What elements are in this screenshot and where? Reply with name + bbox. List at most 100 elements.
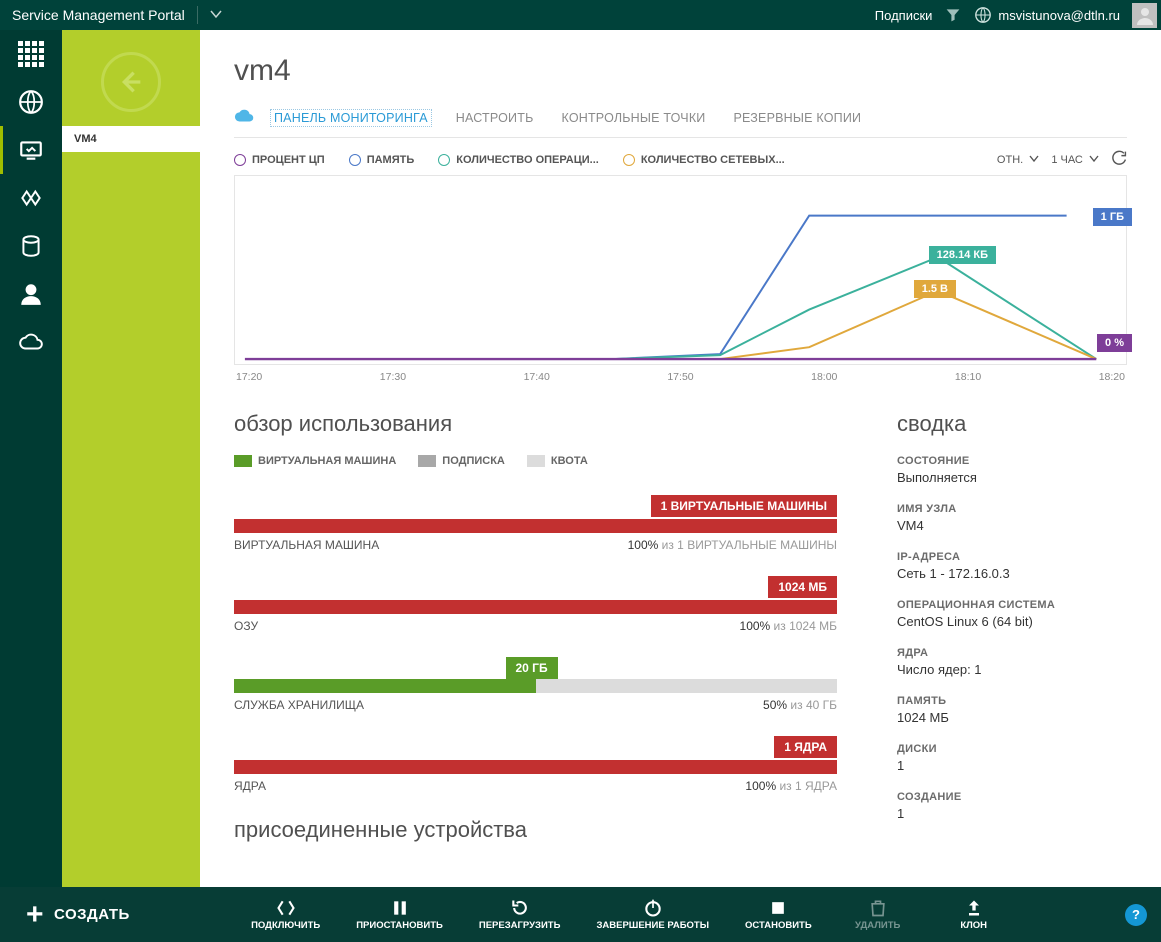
dot-icon <box>623 154 635 166</box>
nav-all-icon[interactable] <box>0 30 62 78</box>
tab-checkpoints[interactable]: КОНТРОЛЬНЫЕ ТОЧКИ <box>561 111 705 125</box>
plus-icon: + <box>26 900 44 930</box>
title-dropdown-icon[interactable] <box>210 9 222 22</box>
summary-value: 1 <box>897 806 1127 821</box>
chart-refresh-icon[interactable] <box>1111 150 1127 169</box>
page-title: vm4 <box>234 54 1127 88</box>
nav-user-icon[interactable] <box>0 270 62 318</box>
tab-configure[interactable]: НАСТРОИТЬ <box>456 111 534 125</box>
create-button[interactable]: + СОЗДАТЬ <box>26 900 130 930</box>
cmd-shutdown[interactable]: ЗАВЕРШЕНИЕ РАБОТЫ <box>596 898 709 931</box>
attached-section-title: присоединенные устройства <box>234 817 837 843</box>
nav-cloud-icon[interactable] <box>0 318 62 366</box>
summary-value: Сеть 1 - 172.16.0.3 <box>897 566 1127 581</box>
side-panel: VM4 <box>62 30 200 887</box>
metric-legend: ПРОЦЕНТ ЦП ПАМЯТЬ КОЛИЧЕСТВО ОПЕРАЦИ... … <box>234 150 1127 169</box>
usage-badge: 1024 МБ <box>768 576 837 598</box>
command-bar: + СОЗДАТЬ ПОДКЛЮЧИТЬ ПРИОСТАНОВИТЬ ПЕРЕЗАГ… <box>0 887 1161 942</box>
usage-badge: 1 ВИРТУАЛЬНЫЕ МАШИНЫ <box>651 495 837 517</box>
chart-badge-cpu: 0 % <box>1097 334 1132 352</box>
axis-tick: 18:10 <box>955 371 981 383</box>
usage-name: ЯДРА <box>234 779 266 793</box>
usage-amount: 100% из 1 ЯДРА <box>745 779 837 793</box>
nav-database-icon[interactable] <box>0 222 62 270</box>
summary-section-title: сводка <box>897 411 1127 437</box>
metrics-chart[interactable]: 1 ГБ 128.14 КБ 1.5 В 0 % <box>234 175 1127 365</box>
summary-item: ОПЕРАЦИОННАЯ СИСТЕМА CentOS Linux 6 (64 … <box>897 599 1127 629</box>
cmd-pause[interactable]: ПРИОСТАНОВИТЬ <box>356 898 443 931</box>
globe-icon[interactable] <box>972 4 994 26</box>
divider <box>197 6 198 24</box>
tab-monitoring[interactable]: ПАНЕЛЬ МОНИТОРИНГА <box>270 109 432 127</box>
summary-value: Выполняется <box>897 470 1127 485</box>
clone-icon <box>964 898 984 918</box>
usage-bar <box>234 519 837 533</box>
side-vm-item[interactable]: VM4 <box>62 126 200 152</box>
summary-label: ПАМЯТЬ <box>897 695 1127 707</box>
cmd-label: УДАЛИТЬ <box>855 921 900 931</box>
filter-icon[interactable] <box>942 4 964 26</box>
swatch-icon <box>234 455 252 467</box>
shutdown-icon <box>643 898 663 918</box>
main-content: vm4 ПАНЕЛЬ МОНИТОРИНГА НАСТРОИТЬ КОНТРОЛ… <box>200 30 1161 887</box>
usage-section-title: обзор использования <box>234 411 837 437</box>
metric-memory[interactable]: ПАМЯТЬ <box>349 154 415 166</box>
app-title: Service Management Portal <box>12 7 185 23</box>
cmd-label: ОСТАНОВИТЬ <box>745 921 812 931</box>
summary-value: VM4 <box>897 518 1127 533</box>
summary-item: СОЗДАНИЕ 1 <box>897 791 1127 821</box>
back-button[interactable] <box>101 52 161 112</box>
summary-item: ЯДРА Число ядер: 1 <box>897 647 1127 677</box>
summary-value: 1 <box>897 758 1127 773</box>
cmd-clone[interactable]: КЛОН <box>944 898 1004 931</box>
dot-icon <box>349 154 361 166</box>
metric-cpu[interactable]: ПРОЦЕНТ ЦП <box>234 154 325 166</box>
nav-vm-icon[interactable] <box>0 126 62 174</box>
chart-mode-select[interactable]: ОТН. <box>997 154 1039 166</box>
avatar[interactable] <box>1132 3 1157 28</box>
axis-tick: 18:00 <box>811 371 837 383</box>
tab-backups[interactable]: РЕЗЕРВНЫЕ КОПИИ <box>734 111 862 125</box>
summary-label: ЯДРА <box>897 647 1127 659</box>
axis-tick: 17:40 <box>524 371 550 383</box>
axis-tick: 17:20 <box>236 371 262 383</box>
nav-globe-icon[interactable] <box>0 78 62 126</box>
cmd-label: ПЕРЕЗАГРУЗИТЬ <box>479 921 561 931</box>
help-icon[interactable]: ? <box>1125 904 1147 926</box>
metric-ops[interactable]: КОЛИЧЕСТВО ОПЕРАЦИ... <box>438 154 599 166</box>
summary-item: СОСТОЯНИЕ Выполняется <box>897 455 1127 485</box>
usage-block: 1 ВИРТУАЛЬНЫЕ МАШИНЫ ВИРТУАЛЬНАЯ МАШИНА … <box>234 495 837 552</box>
tabs: ПАНЕЛЬ МОНИТОРИНГА НАСТРОИТЬ КОНТРОЛЬНЫЕ… <box>234 108 1127 138</box>
summary-value: Число ядер: 1 <box>897 662 1127 677</box>
summary-value: 1024 МБ <box>897 710 1127 725</box>
delete-icon <box>868 898 888 918</box>
usage-bar <box>234 600 837 614</box>
chart-badge-ops: 128.14 КБ <box>929 246 996 264</box>
chart-range-select[interactable]: 1 ЧАС <box>1051 154 1099 166</box>
usage-badge: 20 ГБ <box>506 657 558 679</box>
usage-badge: 1 ЯДРА <box>774 736 837 758</box>
subscriptions-link[interactable]: Подписки <box>875 8 933 23</box>
usage-bar <box>234 679 837 693</box>
cloud-icon <box>234 108 256 127</box>
swatch-icon <box>527 455 545 467</box>
usage-block: 1 ЯДРА ЯДРА 100% из 1 ЯДРА <box>234 736 837 793</box>
user-email[interactable]: msvistunova@dtln.ru <box>998 8 1120 23</box>
usage-block: 20 ГБ СЛУЖБА ХРАНИЛИЩА 50% из 40 ГБ <box>234 657 837 712</box>
nav-network-icon[interactable] <box>0 174 62 222</box>
cmd-connect[interactable]: ПОДКЛЮЧИТЬ <box>251 898 320 931</box>
cmd-stop[interactable]: ОСТАНОВИТЬ <box>745 898 812 931</box>
cmd-label: ПРИОСТАНОВИТЬ <box>356 921 443 931</box>
chart-badge-memory: 1 ГБ <box>1093 208 1132 226</box>
usage-bar-segment <box>234 600 837 614</box>
usage-name: ВИРТУАЛЬНАЯ МАШИНА <box>234 538 379 552</box>
summary-label: IP-АДРЕСА <box>897 551 1127 563</box>
legend-label: ВИРТУАЛЬНАЯ МАШИНА <box>258 455 396 467</box>
axis-tick: 17:50 <box>667 371 693 383</box>
legend-label: КВОТА <box>551 455 588 467</box>
dot-icon <box>234 154 246 166</box>
metric-net[interactable]: КОЛИЧЕСТВО СЕТЕВЫХ... <box>623 154 785 166</box>
cmd-restart[interactable]: ПЕРЕЗАГРУЗИТЬ <box>479 898 561 931</box>
summary-label: СОЗДАНИЕ <box>897 791 1127 803</box>
summary-value: CentOS Linux 6 (64 bit) <box>897 614 1127 629</box>
